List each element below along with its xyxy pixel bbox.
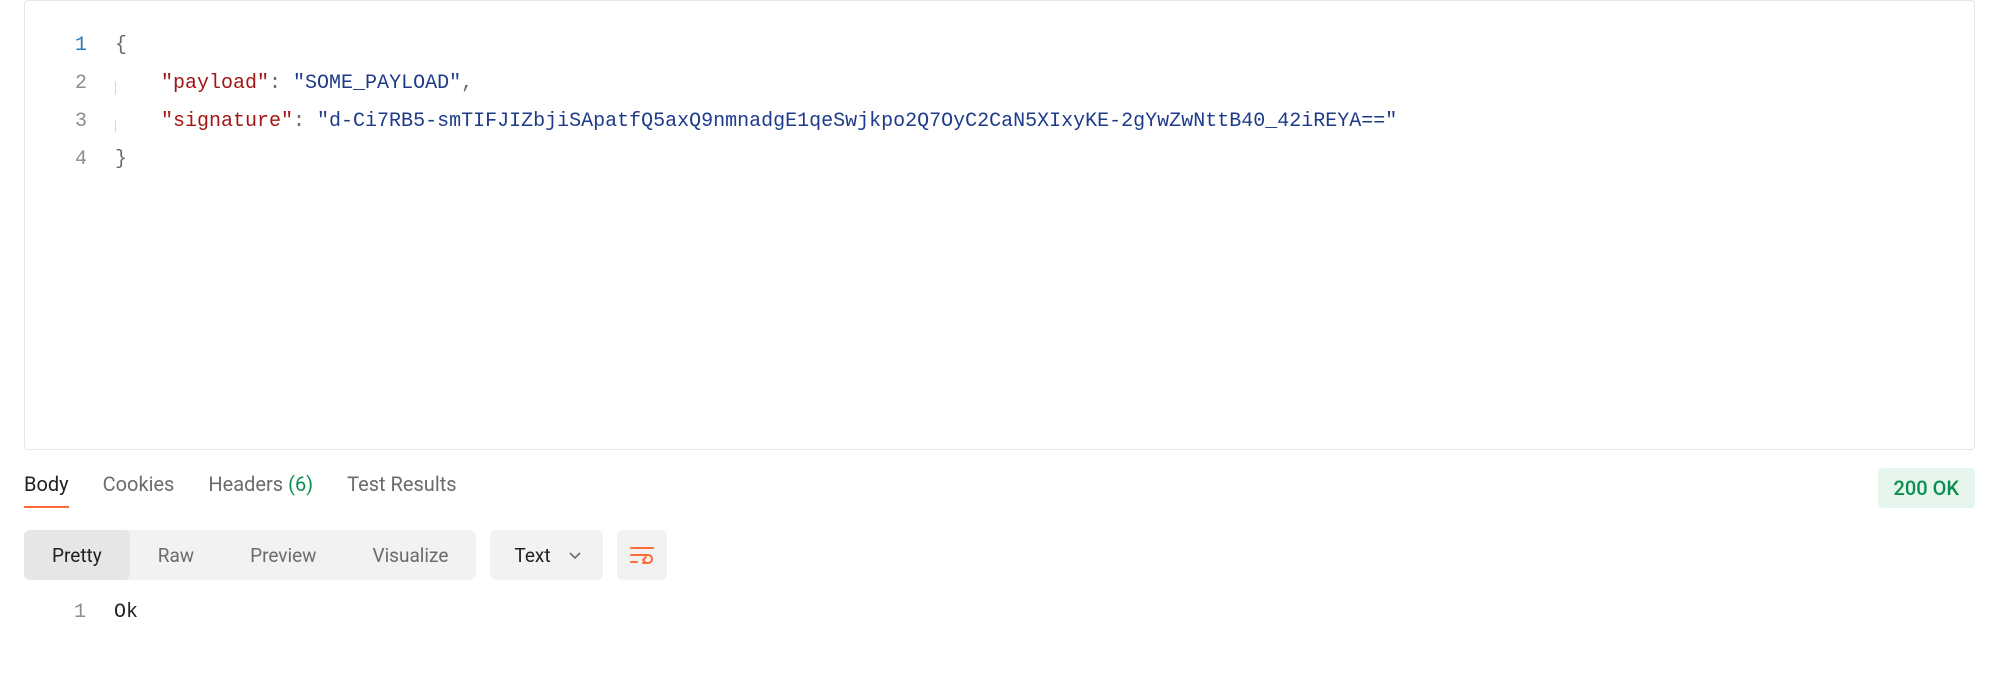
code-line: 2 "payload": "SOME_PAYLOAD", [25, 65, 1974, 103]
line-number: 1 [25, 27, 115, 65]
code-text: } [115, 141, 127, 179]
status-badge: 200 OK [1878, 468, 1976, 508]
format-dropdown-label: Text [514, 544, 550, 567]
tab-headers[interactable]: Headers (6) [208, 468, 313, 508]
tab-body[interactable]: Body [24, 468, 69, 508]
tab-test-results[interactable]: Test Results [347, 468, 456, 508]
code-line: 3 "signature": "d-Ci7RB5-smTIFJIZbjiSApa… [25, 103, 1974, 141]
wrap-lines-button[interactable] [617, 530, 667, 580]
response-line: 1 Ok [24, 594, 1975, 632]
line-number: 4 [25, 141, 115, 179]
line-number: 2 [25, 65, 115, 103]
view-mode-visualize[interactable]: Visualize [344, 530, 476, 580]
code-line: 1 { [25, 27, 1974, 65]
wrap-lines-icon [629, 544, 655, 566]
tab-headers-label: Headers [208, 472, 283, 496]
format-dropdown[interactable]: Text [490, 530, 602, 580]
code-text: "signature": "d-Ci7RB5-smTIFJIZbjiSApatf… [115, 103, 1397, 141]
request-body-editor[interactable]: 1 { 2 "payload": "SOME_PAYLOAD", 3 "sign… [24, 0, 1975, 450]
response-body-editor[interactable]: 1 Ok [24, 594, 1975, 632]
line-number: 3 [25, 103, 115, 141]
code-text: "payload": "SOME_PAYLOAD", [115, 65, 473, 103]
code-line: 4 } [25, 141, 1974, 179]
chevron-down-icon [567, 547, 583, 563]
view-mode-raw[interactable]: Raw [130, 530, 222, 580]
view-mode-preview[interactable]: Preview [222, 530, 344, 580]
view-mode-group: Pretty Raw Preview Visualize [24, 530, 476, 580]
tab-cookies[interactable]: Cookies [103, 468, 175, 508]
response-toolbar: Pretty Raw Preview Visualize Text [24, 530, 1975, 580]
code-editor-content[interactable]: 1 { 2 "payload": "SOME_PAYLOAD", 3 "sign… [25, 1, 1974, 179]
view-mode-pretty[interactable]: Pretty [24, 530, 130, 580]
code-text: { [115, 27, 127, 65]
response-panel: Body Cookies Headers (6) Test Results 20… [24, 468, 1975, 632]
response-tab-row: Body Cookies Headers (6) Test Results 20… [24, 468, 1975, 508]
line-number: 1 [24, 594, 114, 632]
response-text: Ok [114, 594, 138, 632]
headers-count: (6) [288, 472, 313, 496]
